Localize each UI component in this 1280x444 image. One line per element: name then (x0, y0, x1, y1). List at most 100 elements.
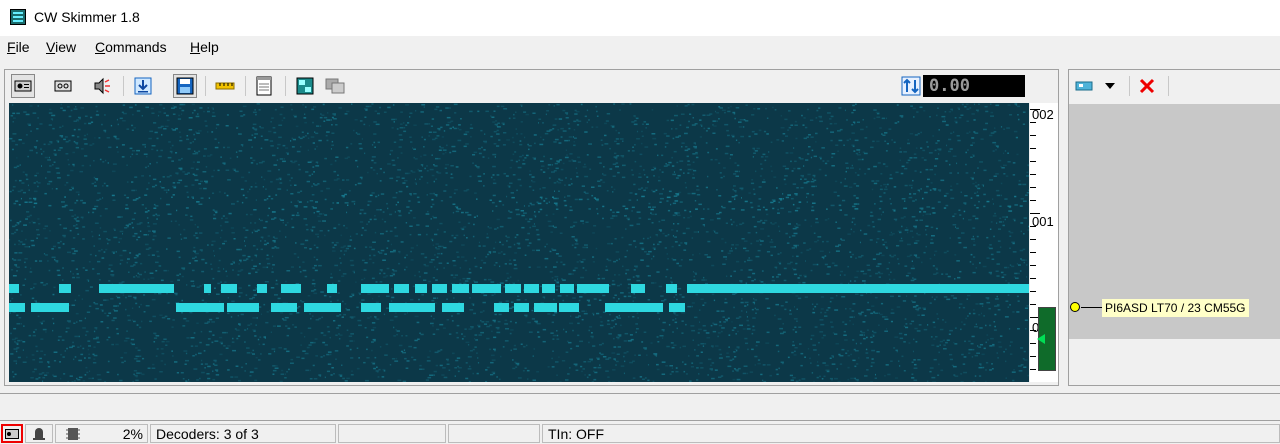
scale-tick (1030, 265, 1036, 266)
menu-view[interactable]: View (46, 39, 76, 55)
close-icon (1139, 78, 1155, 94)
cw-signal-trace-upper (666, 284, 677, 293)
scale-tick (1030, 135, 1036, 136)
cw-signal-trace-upper (204, 284, 211, 293)
alarm-status[interactable] (25, 424, 53, 443)
cw-signal-trace-upper (257, 284, 267, 293)
app-icon (10, 9, 26, 25)
level-pointer-icon (1037, 334, 1045, 344)
chevron-down-icon (1105, 83, 1115, 89)
status-bar: 2% Decoders: 3 of 3 TIn: OFF (0, 423, 1280, 444)
scale-tick (1030, 148, 1036, 149)
title-bar: CW Skimmer 1.8 (0, 0, 1280, 36)
menu-help[interactable]: Help (190, 39, 219, 55)
cw-signal-trace-lower (605, 303, 663, 312)
cw-signal-trace-upper (415, 284, 427, 293)
scale-tick (1030, 343, 1036, 344)
scale-tick (1030, 369, 1036, 370)
menu-file[interactable]: File (7, 39, 30, 55)
menu-bar: File View Commands Help (0, 36, 1280, 60)
cw-signal-trace-upper (524, 284, 539, 293)
cw-signal-trace-upper (281, 284, 301, 293)
toolbar-separator (1168, 76, 1169, 96)
cw-signal-trace-upper (221, 284, 237, 293)
bell-icon (33, 427, 45, 440)
floppy-icon (176, 77, 194, 95)
cw-signal-trace-lower (442, 303, 464, 312)
cw-signal-trace-upper (631, 284, 645, 293)
spots-toolbar (1069, 70, 1280, 102)
radio-button[interactable] (11, 74, 35, 98)
scale-tick (1030, 109, 1040, 110)
cw-signal-trace-upper (99, 284, 174, 293)
spot-marker[interactable] (1070, 302, 1080, 312)
scale-tick (1030, 174, 1036, 175)
cw-signal-trace-lower (361, 303, 381, 312)
tape-button[interactable] (51, 74, 75, 98)
cw-signal-trace-lower (304, 303, 341, 312)
scale-tick (1030, 252, 1036, 253)
tile-icon (296, 77, 314, 95)
scale-tick (1030, 213, 1040, 214)
scale-tick (1030, 291, 1036, 292)
toolbar-separator (1129, 76, 1130, 96)
cw-signal-trace-upper (361, 284, 389, 293)
scale-tick (1030, 304, 1036, 305)
cw-signal-trace-upper (452, 284, 469, 293)
window-title: CW Skimmer 1.8 (34, 9, 140, 25)
spot-callsign-label[interactable]: PI6ASD LT70 / 23 CM55G (1102, 299, 1249, 317)
cw-signal-trace-upper (687, 284, 1029, 293)
cpu-status: 2% (55, 424, 148, 443)
radio-status[interactable] (1, 424, 23, 443)
sort-button[interactable] (899, 74, 923, 98)
ruler-button[interactable] (213, 74, 237, 98)
scale-tick (1030, 161, 1036, 162)
cw-signal-trace-lower (534, 303, 557, 312)
spot-list: PI6ASD LT70 / 23 CM55G (1069, 104, 1280, 339)
spot-connector (1081, 307, 1103, 308)
cw-signal-trace-upper (542, 284, 555, 293)
radio-icon (5, 428, 19, 439)
waterfall-background (9, 103, 1029, 382)
tile-button[interactable] (293, 74, 317, 98)
toolbar-separator (123, 76, 124, 96)
window-button[interactable] (323, 74, 347, 98)
cw-signal-trace-lower (271, 303, 297, 312)
cw-signal-trace-lower (389, 303, 435, 312)
speaker-icon (94, 77, 110, 95)
waterfall-display[interactable] (9, 103, 1029, 382)
scale-tick (1030, 200, 1036, 201)
tape-icon (54, 80, 72, 92)
menu-commands[interactable]: Commands (95, 39, 167, 55)
radio-icon (14, 80, 32, 92)
network-card-icon (1075, 81, 1093, 91)
cw-signal-trace-upper (560, 284, 574, 293)
cw-signal-trace-lower (559, 303, 579, 312)
save-button[interactable] (173, 74, 197, 98)
cw-signal-trace-upper (577, 284, 609, 293)
decoder-text-bar (0, 393, 1280, 421)
waterfall-panel: 0.00 002 001 000 (4, 69, 1059, 386)
scale-tick (1030, 330, 1036, 331)
scale-tick (1030, 356, 1036, 357)
notepad-button[interactable] (252, 74, 276, 98)
ruler-icon (215, 82, 235, 90)
scale-tick (1030, 122, 1036, 123)
cw-signal-trace-upper (327, 284, 337, 293)
spot-source-dropdown[interactable] (1097, 74, 1123, 98)
cw-signal-trace-upper (59, 284, 71, 293)
window-icon (325, 78, 345, 94)
download-button[interactable] (131, 74, 155, 98)
download-arrow-icon (134, 77, 152, 95)
speaker-button[interactable] (90, 74, 114, 98)
toolbar-separator (285, 76, 286, 96)
scale-tick (1030, 187, 1036, 188)
cw-signal-trace-lower (31, 303, 69, 312)
cw-signal-trace-lower (176, 303, 224, 312)
clear-spots-button[interactable] (1135, 74, 1159, 98)
cw-signal-trace-lower (514, 303, 529, 312)
scale-tick (1030, 278, 1036, 279)
cw-signal-trace-lower (669, 303, 685, 312)
scale-tick (1030, 239, 1036, 240)
spot-source-button[interactable] (1073, 74, 1095, 98)
